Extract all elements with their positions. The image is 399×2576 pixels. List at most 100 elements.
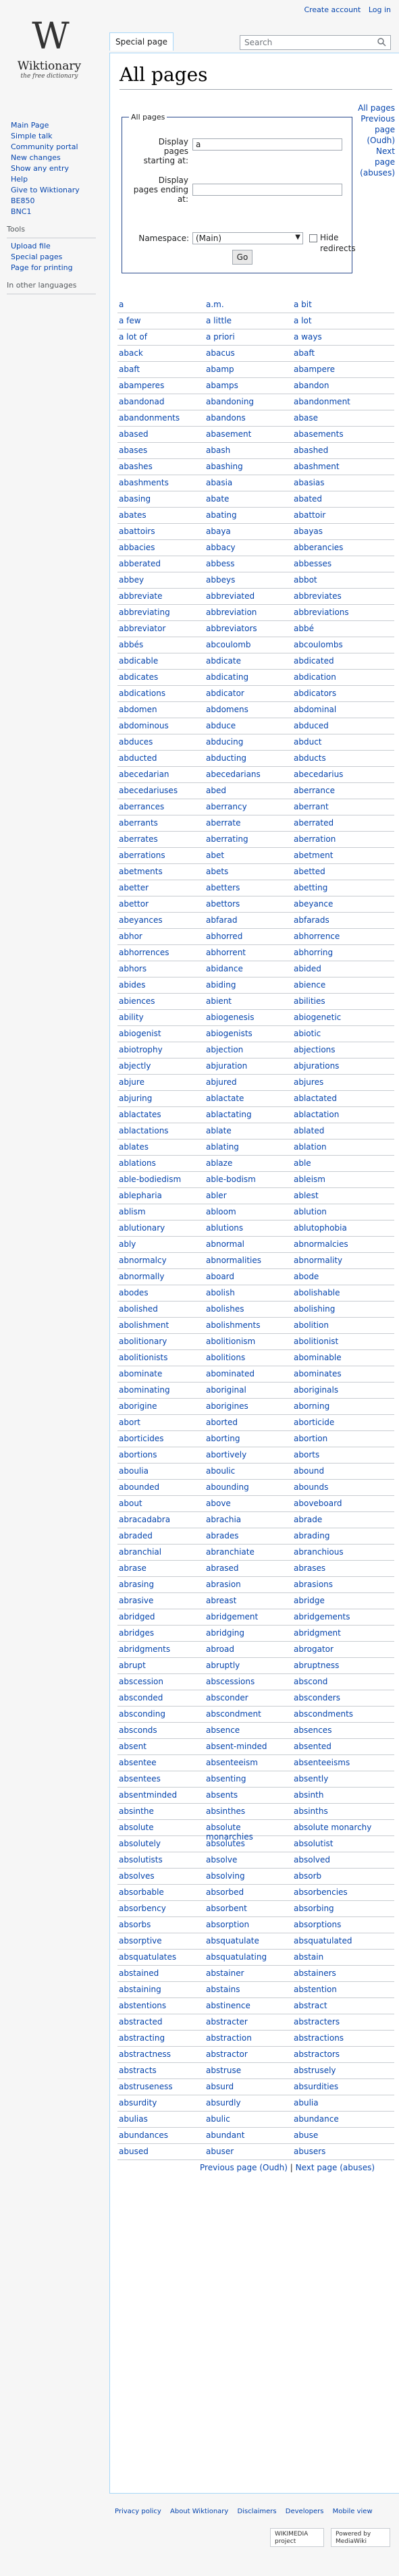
tab-special-page[interactable]: Special page (109, 32, 174, 51)
page-link[interactable]: abolition (294, 1320, 378, 1330)
page-link[interactable]: abstractness (119, 2049, 203, 2059)
page-link[interactable]: aberration (294, 834, 378, 844)
page-link[interactable]: abjure (119, 1077, 203, 1087)
page-link[interactable]: abdomens (206, 705, 290, 714)
page-link[interactable]: abstracting (119, 2033, 203, 2043)
page-link[interactable]: abjurations (294, 1061, 378, 1071)
page-link[interactable]: abolitions (206, 1353, 290, 1362)
page-link[interactable]: abreast (206, 1596, 290, 1605)
page-link[interactable]: absented (294, 1742, 378, 1751)
page-link[interactable]: abounding (206, 1482, 290, 1492)
page-link[interactable]: abamps (206, 381, 290, 390)
page-link[interactable]: abdominal (294, 705, 378, 714)
page-link[interactable]: abecedarians (206, 770, 290, 779)
page-link[interactable]: abloom (206, 1207, 290, 1216)
page-link[interactable]: aboriginal (206, 1385, 290, 1395)
page-link[interactable]: absorptions (294, 1920, 378, 1929)
page-link[interactable]: abandon (294, 381, 378, 390)
page-link[interactable]: absorbed (206, 1887, 290, 1897)
page-link[interactable]: absolved (294, 1855, 378, 1864)
page-link[interactable]: ablest (294, 1191, 378, 1200)
page-link[interactable]: aborted (206, 1418, 290, 1427)
namespace-select[interactable]: (Main) ▼ (192, 232, 303, 244)
page-link[interactable]: absquatulate (206, 1936, 290, 1946)
page-link[interactable]: abnormalities (206, 1256, 290, 1265)
next-page-link[interactable]: Next page (abuses) (357, 146, 395, 178)
page-link[interactable]: aback (119, 348, 203, 358)
search-icon[interactable] (377, 38, 386, 49)
sidebar-item-give[interactable]: Give to Wiktionary (11, 185, 92, 196)
page-link[interactable]: abulic (206, 2114, 290, 2124)
page-link[interactable]: abstract (294, 2001, 378, 2010)
page-link[interactable]: abjured (206, 1077, 290, 1087)
page-link[interactable]: abounded (119, 1482, 203, 1492)
page-link[interactable]: aberrances (119, 802, 203, 811)
page-link[interactable]: abduced (294, 721, 378, 730)
page-link[interactable]: ablutophobia (294, 1223, 378, 1233)
page-link[interactable]: ablactation (294, 1110, 378, 1119)
page-link[interactable]: abnormal (206, 1239, 290, 1249)
page-link[interactable]: abduct (294, 737, 378, 747)
page-link[interactable]: abrasing (119, 1580, 203, 1589)
page-link[interactable]: abaft (119, 365, 203, 374)
page-link[interactable]: abetter (119, 883, 203, 892)
page-link[interactable]: a (119, 300, 203, 309)
page-link[interactable]: absinth (294, 1790, 378, 1800)
page-link[interactable]: abolitionary (119, 1337, 203, 1346)
page-link[interactable]: aborticide (294, 1418, 378, 1427)
page-link[interactable]: abstains (206, 1985, 290, 1994)
page-link[interactable]: abdicate (206, 656, 290, 666)
page-link[interactable]: abashing (206, 462, 290, 471)
page-link[interactable]: able (294, 1158, 378, 1168)
page-link[interactable]: ablutionary (119, 1223, 203, 1233)
page-link[interactable]: aberrancy (206, 802, 290, 811)
page-link[interactable]: absconders (294, 1693, 378, 1702)
page-link[interactable]: abasias (294, 478, 378, 487)
page-link[interactable]: a priori (206, 332, 290, 342)
page-link[interactable]: abampere (294, 365, 378, 374)
page-link[interactable]: abases (119, 446, 203, 455)
page-link[interactable]: abrases (294, 1563, 378, 1573)
page-link[interactable]: abets (206, 867, 290, 876)
page-link[interactable]: absconder (206, 1693, 290, 1702)
page-link[interactable]: abandonad (119, 397, 203, 406)
page-link[interactable]: absently (294, 1774, 378, 1783)
page-link[interactable]: abayas (294, 527, 378, 536)
page-link[interactable]: absenteeisms (294, 1758, 378, 1767)
page-link[interactable]: abandonment (294, 397, 378, 406)
page-link[interactable]: abbreviated (206, 591, 290, 601)
page-link[interactable]: abashments (119, 478, 203, 487)
page-link[interactable]: abstracter (206, 2017, 290, 2027)
page-link[interactable]: absence (206, 1725, 290, 1735)
page-link[interactable]: aborting (206, 1434, 290, 1443)
page-link[interactable]: absolutists (119, 1855, 203, 1864)
page-link[interactable]: abodes (119, 1288, 203, 1297)
page-link[interactable]: absolute (119, 1823, 203, 1832)
page-link[interactable]: abjuring (119, 1094, 203, 1103)
bottom-previous-link[interactable]: Previous page (Oudh) (200, 2163, 288, 2172)
page-link[interactable]: absenteeism (206, 1758, 290, 1767)
page-link[interactable]: abeyance (294, 899, 378, 909)
page-link[interactable]: aberrating (206, 834, 290, 844)
page-link[interactable]: abjures (294, 1077, 378, 1087)
page-link[interactable]: abstentions (119, 2001, 203, 2010)
page-link[interactable]: ablactated (294, 1094, 378, 1103)
page-link[interactable]: abduce (206, 721, 290, 730)
page-link[interactable]: aberrated (294, 818, 378, 828)
page-link[interactable]: absorbency (119, 1904, 203, 1913)
page-link[interactable]: abaya (206, 527, 290, 536)
page-link[interactable]: abortions (119, 1450, 203, 1459)
sidebar-item-special-pages[interactable]: Special pages (11, 252, 92, 263)
page-link[interactable]: abuser (206, 2147, 290, 2156)
page-link[interactable]: absorptive (119, 1936, 203, 1946)
page-link[interactable]: abranchiate (206, 1547, 290, 1557)
page-link[interactable]: abstruseness (119, 2082, 203, 2091)
page-link[interactable]: abbey (119, 575, 203, 585)
page-link[interactable]: abiotrophy (119, 1045, 203, 1054)
page-link[interactable]: abolishable (294, 1288, 378, 1297)
page-link[interactable]: abiogenist (119, 1029, 203, 1038)
page-link[interactable]: abfarad (206, 915, 290, 925)
page-link[interactable]: abstractor (206, 2049, 290, 2059)
page-link[interactable]: abscession (119, 1677, 203, 1686)
page-link[interactable]: abrasion (206, 1580, 290, 1589)
